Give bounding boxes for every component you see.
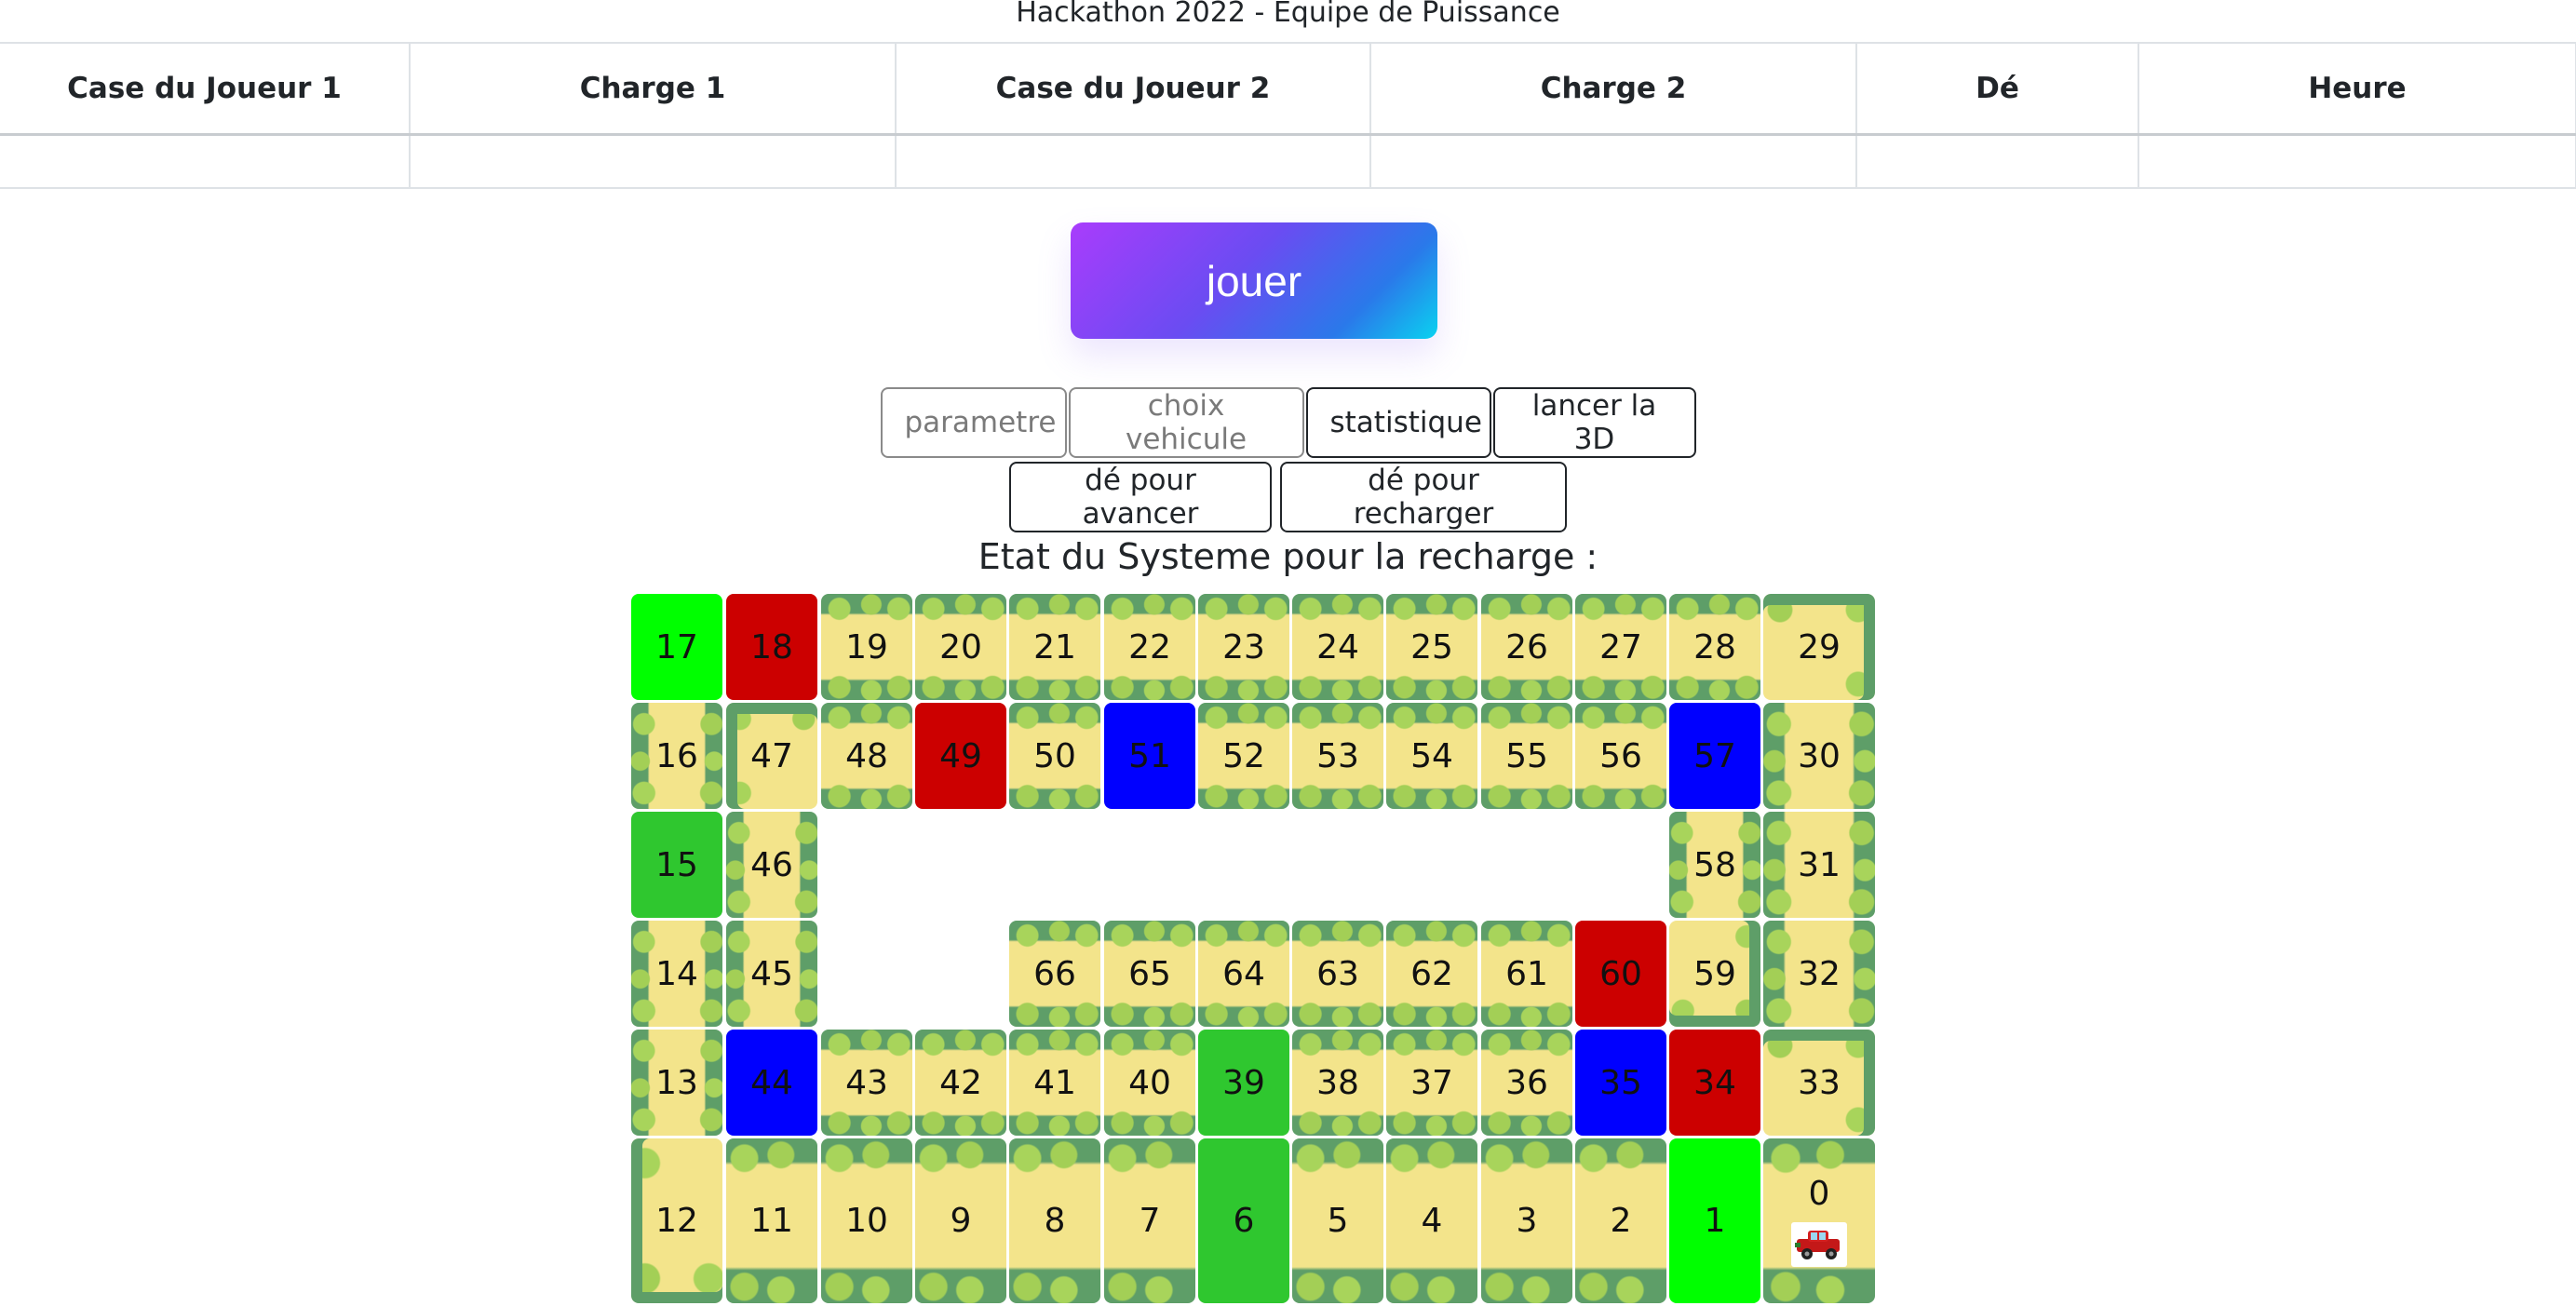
board-cell-27[interactable]: 27 — [1575, 594, 1666, 700]
board-cell-45[interactable]: 45 — [726, 921, 817, 1027]
toolbar-row-2: dé pour avancer dé pour recharger — [0, 462, 2576, 532]
board-cell-14[interactable]: 14 — [631, 921, 722, 1027]
board-cell-12[interactable]: 12 — [631, 1138, 722, 1303]
board-cell-1[interactable]: 1 — [1669, 1138, 1760, 1303]
play-button[interactable]: jouer — [1071, 222, 1437, 339]
game-board: 17 18 19 20 21 22 23 24 25 26 27 28 29 1… — [631, 594, 1879, 1303]
board-cell-23[interactable]: 23 — [1198, 594, 1289, 700]
board-cell-50[interactable]: 50 — [1009, 703, 1100, 809]
board-cell-60[interactable]: 60 — [1575, 921, 1666, 1027]
board-cell-24[interactable]: 24 — [1292, 594, 1383, 700]
board-cell-28[interactable]: 28 — [1669, 594, 1760, 700]
red-car-icon — [1791, 1221, 1847, 1267]
board-cell-0-label: 0 — [1808, 1174, 1830, 1213]
toolbar-row-1: parametre choix vehicule statistique lan… — [0, 387, 2576, 458]
board-cell-63[interactable]: 63 — [1292, 921, 1383, 1027]
board-cell-57[interactable]: 57 — [1669, 703, 1760, 809]
board-cell-17[interactable]: 17 — [631, 594, 722, 700]
dice-move-button[interactable]: dé pour avancer — [1009, 462, 1272, 532]
board-cell-25[interactable]: 25 — [1386, 594, 1477, 700]
table-row — [0, 133, 2576, 189]
board-cell-43[interactable]: 43 — [821, 1030, 912, 1136]
charge2-value — [1369, 133, 1857, 189]
player2-cell-value — [895, 133, 1371, 189]
header-time: Heure — [2138, 42, 2576, 136]
board-cell-3[interactable]: 3 — [1481, 1138, 1572, 1303]
dice-value — [1855, 133, 2139, 189]
board-cell-42[interactable]: 42 — [915, 1030, 1006, 1136]
board-cell-34[interactable]: 34 — [1669, 1030, 1760, 1136]
board-cell-37[interactable]: 37 — [1386, 1030, 1477, 1136]
board-cell-30[interactable]: 30 — [1763, 703, 1875, 809]
board-cell-26[interactable]: 26 — [1481, 594, 1572, 700]
board-cell-5[interactable]: 5 — [1292, 1138, 1383, 1303]
board-cell-54[interactable]: 54 — [1386, 703, 1477, 809]
board-cell-7[interactable]: 7 — [1104, 1138, 1195, 1303]
header-player2-cell: Case du Joueur 2 — [895, 42, 1371, 136]
header-charge1: Charge 1 — [409, 42, 897, 136]
board-cell-9[interactable]: 9 — [915, 1138, 1006, 1303]
launch-3d-button[interactable]: lancer la 3D — [1492, 387, 1696, 458]
board-cell-38[interactable]: 38 — [1292, 1030, 1383, 1136]
board-cell-8[interactable]: 8 — [1009, 1138, 1100, 1303]
board-cell-0[interactable]: 0 — [1763, 1138, 1875, 1303]
board-cell-10[interactable]: 10 — [821, 1138, 912, 1303]
board-cell-44[interactable]: 44 — [726, 1030, 817, 1136]
board-cell-36[interactable]: 36 — [1481, 1030, 1572, 1136]
board-cell-39[interactable]: 39 — [1198, 1030, 1289, 1136]
time-value — [2138, 133, 2576, 189]
board-cell-47[interactable]: 47 — [726, 703, 817, 809]
player1-cell-value — [0, 133, 411, 189]
board-cell-61[interactable]: 61 — [1481, 921, 1572, 1027]
board-cell-15[interactable]: 15 — [631, 812, 722, 918]
board-cell-29[interactable]: 29 — [1763, 594, 1875, 700]
board-cell-46[interactable]: 46 — [726, 812, 817, 918]
board-cell-53[interactable]: 53 — [1292, 703, 1383, 809]
header-dice: Dé — [1855, 42, 2139, 136]
board-cell-31[interactable]: 31 — [1763, 812, 1875, 918]
board-cell-6[interactable]: 6 — [1198, 1138, 1289, 1303]
board-cell-16[interactable]: 16 — [631, 703, 722, 809]
board-cell-48[interactable]: 48 — [821, 703, 912, 809]
header-charge2: Charge 2 — [1369, 42, 1857, 136]
system-status-label: Etat du Systeme pour la recharge : — [978, 536, 1598, 577]
header-player1-cell: Case du Joueur 1 — [0, 42, 411, 136]
board-cell-59[interactable]: 59 — [1669, 921, 1760, 1027]
board-cell-2[interactable]: 2 — [1575, 1138, 1666, 1303]
board-cell-64[interactable]: 64 — [1198, 921, 1289, 1027]
board-cell-58[interactable]: 58 — [1669, 812, 1760, 918]
board-cell-32[interactable]: 32 — [1763, 921, 1875, 1027]
board-cell-62[interactable]: 62 — [1386, 921, 1477, 1027]
board-cell-56[interactable]: 56 — [1575, 703, 1666, 809]
board-cell-40[interactable]: 40 — [1104, 1030, 1195, 1136]
board-cell-13[interactable]: 13 — [631, 1030, 722, 1136]
board-cell-65[interactable]: 65 — [1104, 921, 1195, 1027]
board-cell-52[interactable]: 52 — [1198, 703, 1289, 809]
board-cell-49[interactable]: 49 — [915, 703, 1006, 809]
table-header-row: Case du Joueur 1 Charge 1 Case du Joueur… — [0, 42, 2576, 136]
board-cell-22[interactable]: 22 — [1104, 594, 1195, 700]
statistics-button[interactable]: statistique — [1305, 387, 1491, 458]
settings-button[interactable]: parametre — [880, 387, 1067, 458]
status-table: Case du Joueur 1 Charge 1 Case du Joueur… — [0, 42, 2576, 189]
board-cell-55[interactable]: 55 — [1481, 703, 1572, 809]
board-cell-41[interactable]: 41 — [1009, 1030, 1100, 1136]
board-cell-21[interactable]: 21 — [1009, 594, 1100, 700]
board-cell-51[interactable]: 51 — [1104, 703, 1195, 809]
board-cell-19[interactable]: 19 — [821, 594, 912, 700]
board-cell-66[interactable]: 66 — [1009, 921, 1100, 1027]
page-title: Hackathon 2022 - Equipe de Puissance — [1016, 0, 1560, 29]
board-cell-11[interactable]: 11 — [726, 1138, 817, 1303]
board-cell-4[interactable]: 4 — [1386, 1138, 1477, 1303]
choose-vehicle-button[interactable]: choix vehicule — [1068, 387, 1304, 458]
board-cell-35[interactable]: 35 — [1575, 1030, 1666, 1136]
board-cell-33[interactable]: 33 — [1763, 1030, 1875, 1136]
charge1-value — [409, 133, 897, 189]
board-cell-20[interactable]: 20 — [915, 594, 1006, 700]
dice-recharge-button[interactable]: dé pour recharger — [1280, 462, 1567, 532]
board-cell-18[interactable]: 18 — [726, 594, 817, 700]
